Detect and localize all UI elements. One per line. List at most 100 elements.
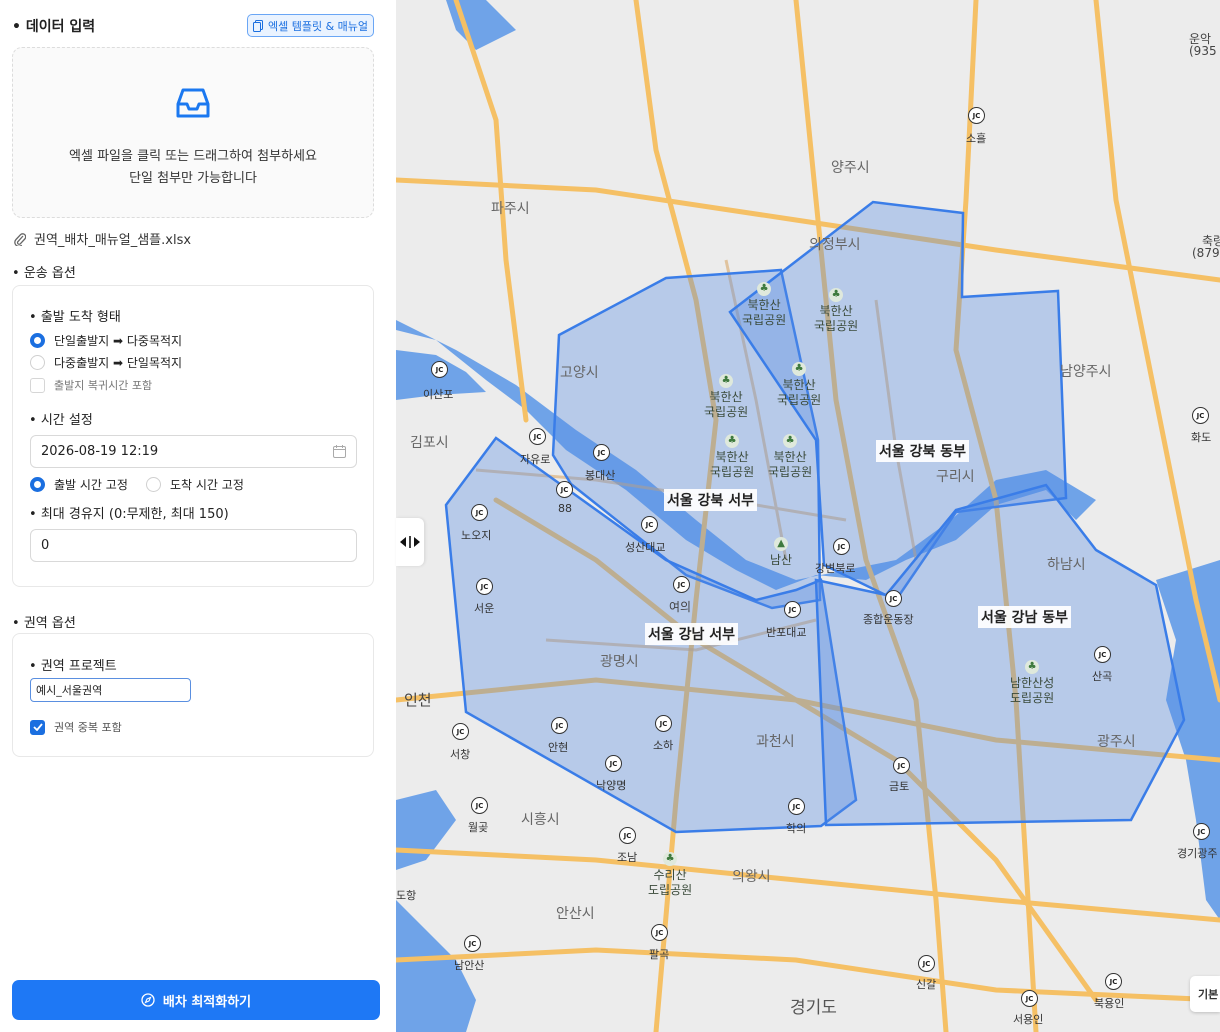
- park-bukhan-2: ♣ 북한산 국립공원: [814, 288, 858, 334]
- radio-fix-arrival[interactable]: 도착 시간 고정: [146, 476, 244, 493]
- place-guri: 구리시: [936, 469, 975, 485]
- place-gwangju: 광주시: [1097, 734, 1136, 750]
- jc-label-jonam: 조남: [617, 851, 638, 864]
- compass-icon: [141, 993, 155, 1007]
- jc-marker: JC: [893, 757, 910, 774]
- jc-marker: JC: [551, 717, 568, 734]
- zone-options-card: 권역 프로젝트 예시_서울권역 권역 중복 포함: [12, 633, 374, 757]
- datetime-input[interactable]: 2026-08-19 12:19: [30, 435, 357, 468]
- park-bukhan-5: ♣ 북한산 국립공원: [710, 434, 754, 480]
- radio-fix-arrival-dot: [146, 477, 161, 492]
- map-type-button[interactable]: 기본: [1190, 976, 1220, 1012]
- land-patch: [656, 110, 786, 150]
- checkbox-include-return-box: [30, 377, 45, 393]
- checkbox-include-return[interactable]: 출발지 복귀시간 포함: [30, 377, 152, 393]
- jc-marker: JC: [1192, 407, 1209, 424]
- radio-fix-departure[interactable]: 출발 시간 고정: [30, 476, 128, 493]
- jc-label-seongsan: 성산대교: [625, 541, 666, 554]
- jc-marker: JC: [673, 576, 690, 593]
- calendar-icon: [333, 445, 346, 458]
- jc-label-soha: 소하: [653, 739, 674, 752]
- jc-label-banpo: 반포대교: [766, 626, 807, 639]
- jc-label-bongdaesan: 봉대산: [585, 469, 616, 482]
- max-waypoint-input[interactable]: 0: [30, 529, 357, 562]
- park-namsan-label: 남산: [770, 553, 793, 567]
- park-surisan-label: 수리산 도립공원: [648, 868, 693, 897]
- radio-single-origin-dot: [30, 333, 45, 348]
- place-ansan: 안산시: [556, 906, 595, 922]
- jc-label-88: 88: [558, 502, 572, 515]
- max-waypoint-title: 최대 경유지 (0:무제한, 최대 150): [29, 503, 229, 522]
- datetime-value: 2026-08-19 12:19: [41, 444, 159, 459]
- checkbox-include-overlap-label: 권역 중복 포함: [54, 721, 122, 734]
- jc-marker: JC: [651, 924, 668, 941]
- jc-marker: JC: [529, 428, 546, 445]
- jc-label-hakui: 학의: [786, 822, 807, 835]
- park-bukhan-5-label: 북한산 국립공원: [710, 450, 755, 479]
- jc-label-geumto: 금토: [889, 780, 910, 793]
- dropzone-instruction: 엑셀 파일을 클릭 또는 드래그하여 첨부하세요: [69, 149, 317, 164]
- radio-multi-origin-label: 다중출발지 ➡ 단일목적지: [54, 356, 183, 370]
- jc-label-nooji: 노오지: [461, 529, 492, 542]
- file-dropzone[interactable]: 엑셀 파일을 클릭 또는 드래그하여 첨부하세요 단일 첨부만 가능합니다: [12, 47, 374, 218]
- panel-resize-handle[interactable]: [396, 518, 424, 566]
- checkbox-include-return-label: 출발지 복귀시간 포함: [54, 379, 153, 392]
- place-unak-num: (935: [1189, 44, 1217, 58]
- radio-fix-departure-label: 출발 시간 고정: [54, 478, 128, 492]
- jc-label-gogang: 도항: [396, 889, 417, 902]
- park-bukhan-2-label: 북한산 국립공원: [814, 304, 859, 333]
- jc-marker: JC: [471, 504, 488, 521]
- zone-label-gangnam-west: 서울 강남 서부: [645, 623, 739, 645]
- place-gwangmyeong: 광명시: [600, 654, 639, 670]
- jc-label-isanpo: 이산포: [423, 388, 454, 401]
- park-namhan: ♣ 남한산성 도립공원: [1010, 660, 1054, 706]
- place-incheon: 인천: [404, 691, 432, 709]
- paperclip-icon: [14, 232, 26, 246]
- jc-marker: JC: [452, 723, 469, 740]
- tree-icon: ♣: [725, 434, 740, 448]
- park-namsan: ▲ 남산: [770, 537, 792, 568]
- jc-marker: JC: [655, 715, 672, 732]
- jc-label-soheul: 소흘: [966, 132, 987, 145]
- jc-label-hwado: 화도: [1191, 431, 1212, 444]
- departure-type-title: 출발 도착 형태: [29, 306, 121, 325]
- radio-single-origin[interactable]: 단일출발지 ➡ 다중목적지: [30, 332, 182, 349]
- jc-label-wolgot: 월곶: [468, 821, 489, 834]
- map-view[interactable]: 서울 강북 서부 서울 강북 동부 서울 강남 서부 서울 강남 동부 양주시 …: [396, 0, 1220, 1032]
- jc-marker: JC: [885, 590, 902, 607]
- tree-icon: ♣: [1025, 660, 1040, 674]
- radio-single-origin-label: 단일출발지 ➡ 다중목적지: [54, 334, 183, 348]
- jc-marker: JC: [968, 107, 985, 124]
- zone-project-input[interactable]: 예시_서울권역: [30, 678, 191, 702]
- app-root: 데이터 입력 엑셀 템플릿 & 매뉴얼 엑셀 파일을 클릭 또는 드래그하여 첨…: [0, 0, 1220, 1032]
- excel-template-button[interactable]: 엑셀 템플릿 & 매뉴얼: [247, 14, 374, 37]
- jc-label-palgok: 팔곡: [649, 948, 670, 961]
- jc-label-anhyeon: 안현: [548, 741, 569, 754]
- jc-marker: JC: [1105, 973, 1122, 990]
- zone-label-gangbuk-west: 서울 강북 서부: [664, 489, 758, 511]
- zone-options-title: 권역 옵션: [12, 612, 76, 631]
- place-goyang: 고양시: [560, 365, 599, 381]
- place-yangju: 양주시: [831, 160, 870, 176]
- place-namyangju: 남양주시: [1060, 364, 1112, 380]
- map-canvas: [396, 0, 1220, 1032]
- jc-label-bukyongin: 북용인: [1094, 997, 1125, 1010]
- optimize-dispatch-button[interactable]: 배차 최적화하기: [12, 980, 380, 1020]
- park-bukhan-4-label: 북한산 국립공원: [704, 390, 749, 419]
- jc-label-gangbyeon: 강변북로: [815, 562, 856, 575]
- jc-marker: JC: [918, 955, 935, 972]
- jc-marker: JC: [476, 578, 493, 595]
- park-namhan-label: 남한산성 도립공원: [1010, 676, 1055, 705]
- tree-icon: ♣: [757, 282, 772, 296]
- excel-template-label: 엑셀 템플릿 & 매뉴얼: [267, 19, 369, 33]
- checkbox-include-overlap[interactable]: 권역 중복 포함: [30, 719, 122, 735]
- max-waypoint-value: 0: [41, 538, 50, 553]
- jc-marker: JC: [641, 516, 658, 533]
- jc-marker: JC: [833, 538, 850, 555]
- radio-multi-origin[interactable]: 다중출발지 ➡ 단일목적지: [30, 354, 182, 371]
- time-setting-title: 시간 설정: [29, 409, 93, 428]
- jc-marker: JC: [471, 797, 488, 814]
- jc-label-seochang: 서창: [450, 748, 471, 761]
- attached-file[interactable]: 권역_배차_매뉴얼_샘플.xlsx: [14, 229, 191, 248]
- place-gyeonggi: 경기도: [790, 998, 837, 1018]
